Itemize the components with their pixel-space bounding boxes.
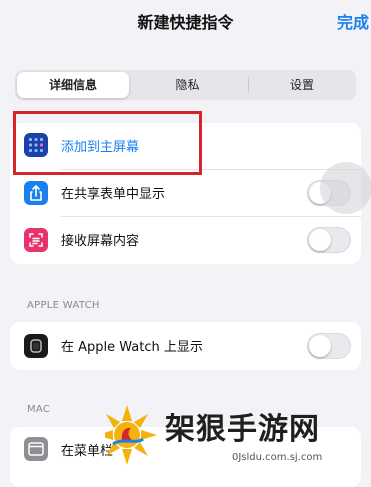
tab-privacy[interactable]: 隐私 (132, 70, 243, 100)
share-sheet-label: 在共享表单中显示 (61, 187, 166, 202)
watch-icon (24, 334, 48, 358)
done-button[interactable]: 完成 (337, 9, 369, 33)
menubar-icon (24, 437, 48, 461)
page-title: 新建快捷指令 (137, 13, 234, 32)
apple-watch-card: 在 Apple Watch 上显示 (10, 322, 361, 370)
screen-capture-icon (24, 228, 48, 252)
section-header-mac: MAC (27, 404, 51, 415)
screen-content-label: 接收屏幕内容 (61, 234, 140, 249)
tab-settings[interactable]: 设置 (248, 70, 356, 100)
apple-watch-toggle[interactable] (307, 333, 351, 359)
apple-watch-row: 在 Apple Watch 上显示 (10, 322, 361, 370)
menubar-label: 在菜单栏 (61, 444, 114, 459)
watermark-url: 0Jsldu.com.sj.com (232, 452, 323, 463)
tab-details[interactable]: 详细信息 (17, 72, 129, 98)
toggle-knob (309, 335, 331, 357)
share-sheet-row: 在共享表单中显示 (10, 170, 361, 217)
toggle-knob (309, 229, 331, 251)
screen-content-row: 接收屏幕内容 (10, 217, 361, 264)
apple-watch-label: 在 Apple Watch 上显示 (61, 340, 203, 355)
screen-content-toggle[interactable] (307, 227, 351, 253)
share-icon (24, 181, 48, 205)
highlight-box (13, 111, 202, 175)
segmented-control: 详细信息 隐私 设置 (15, 70, 356, 100)
section-header-apple-watch: APPLE WATCH (27, 300, 100, 311)
scroll-indicator (320, 162, 371, 214)
nav-header: 新建快捷指令 完成 (0, 0, 371, 50)
watermark-text: 架狠手游网 (165, 412, 320, 447)
